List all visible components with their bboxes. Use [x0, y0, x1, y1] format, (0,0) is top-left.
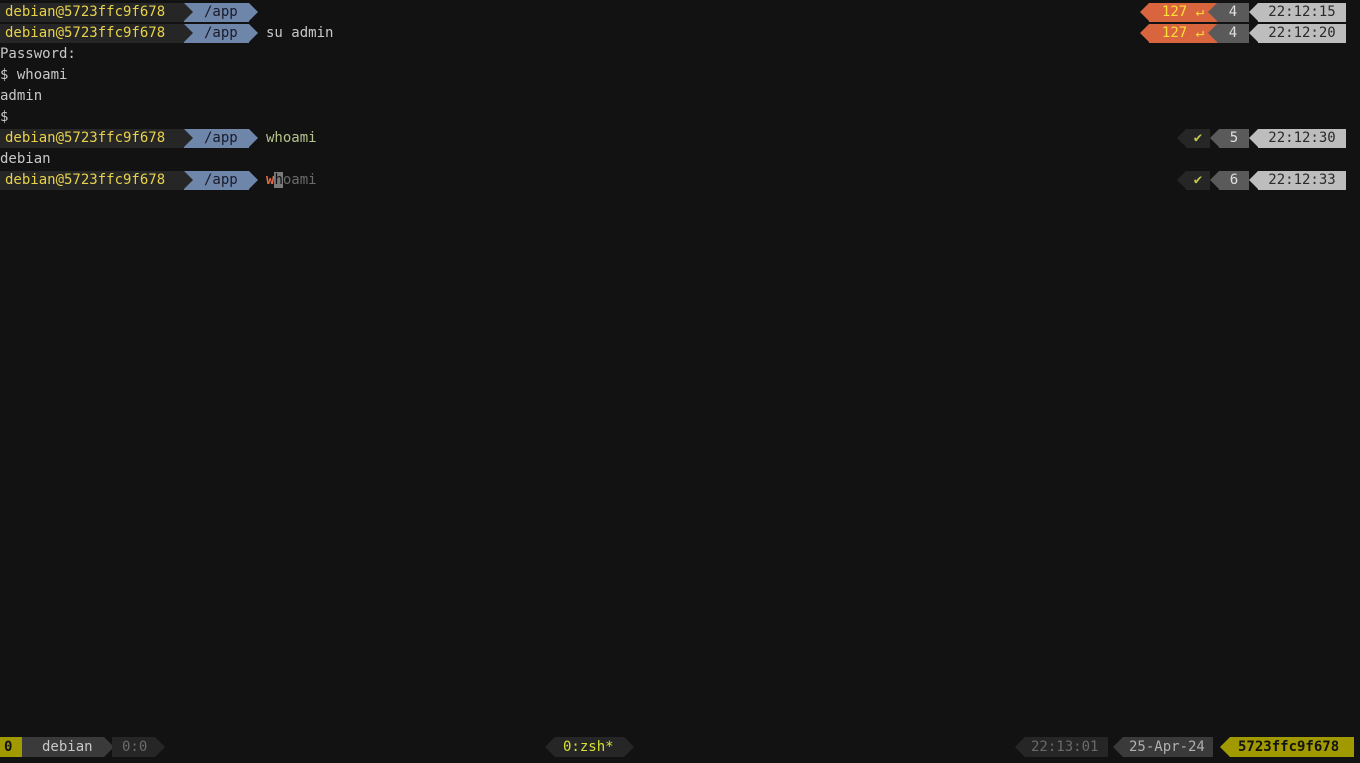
prompt-directory: /app: [184, 3, 258, 22]
prompt-line-2: debian@5723ffc9f678 /app su admin 127 ↵ …: [0, 23, 1360, 44]
autosuggestion-text: oami: [282, 172, 317, 188]
password-prompt: Password:: [0, 46, 76, 62]
history-count-badge: 5: [1210, 129, 1249, 148]
success-check-icon: ✔: [1177, 129, 1210, 148]
status-hostname: 5723ffc9f678: [1220, 737, 1354, 757]
command-text: su admin: [266, 25, 334, 41]
history-count-badge: 6: [1210, 171, 1249, 190]
prompt-user-host: debian@5723ffc9f678: [0, 3, 184, 22]
prompt-directory: /app: [184, 129, 258, 148]
exit-status-badge: 127 ↵: [1140, 3, 1217, 22]
command-input[interactable]: whoami: [266, 170, 317, 191]
command-output: admin: [0, 88, 43, 104]
exit-status-badge: 127 ↵: [1140, 24, 1217, 43]
prompt-line-current: debian@5723ffc9f678 /app whoami ✔ 6 22:1…: [0, 170, 1360, 191]
prompt-user-host: debian@5723ffc9f678: [0, 24, 184, 43]
prompt-line-3: debian@5723ffc9f678 /app whoami ✔ 5 22:1…: [0, 128, 1360, 149]
shell-prompt: $: [0, 109, 9, 125]
prompt-user-host: debian@5723ffc9f678: [0, 129, 184, 148]
history-count-badge: 4: [1208, 3, 1249, 22]
status-clock: 22:13:01: [1014, 737, 1109, 757]
pane-index: 0:0: [112, 737, 166, 757]
success-check-icon: ✔: [1177, 171, 1210, 190]
prompt-directory: /app: [184, 171, 258, 190]
tmux-status-bar: 0 debian 0:0 0:zsh* 22:13:01 25-Apr-24 5…: [0, 737, 1360, 757]
prompt-time: 22:12:33: [1249, 171, 1346, 190]
prompt-time: 22:12:15: [1249, 3, 1346, 22]
prompt-line-1: debian@5723ffc9f678 /app 127 ↵ 4 22:12:1…: [0, 2, 1360, 23]
command-text: whoami: [266, 130, 317, 146]
status-date: 25-Apr-24: [1113, 737, 1213, 757]
text-cursor: h: [274, 172, 283, 188]
shell-command-line: $ whoami: [0, 67, 68, 83]
command-output: debian: [0, 151, 51, 167]
session-name[interactable]: debian: [22, 737, 114, 757]
prompt-directory: /app: [184, 24, 258, 43]
prompt-time: 22:12:30: [1249, 129, 1346, 148]
window-tab-zsh[interactable]: 0:zsh*: [545, 737, 634, 757]
history-count-badge: 4: [1208, 24, 1249, 43]
session-index[interactable]: 0: [0, 737, 32, 757]
prompt-time: 22:12:20: [1249, 24, 1346, 43]
prompt-user-host: debian@5723ffc9f678: [0, 171, 184, 190]
